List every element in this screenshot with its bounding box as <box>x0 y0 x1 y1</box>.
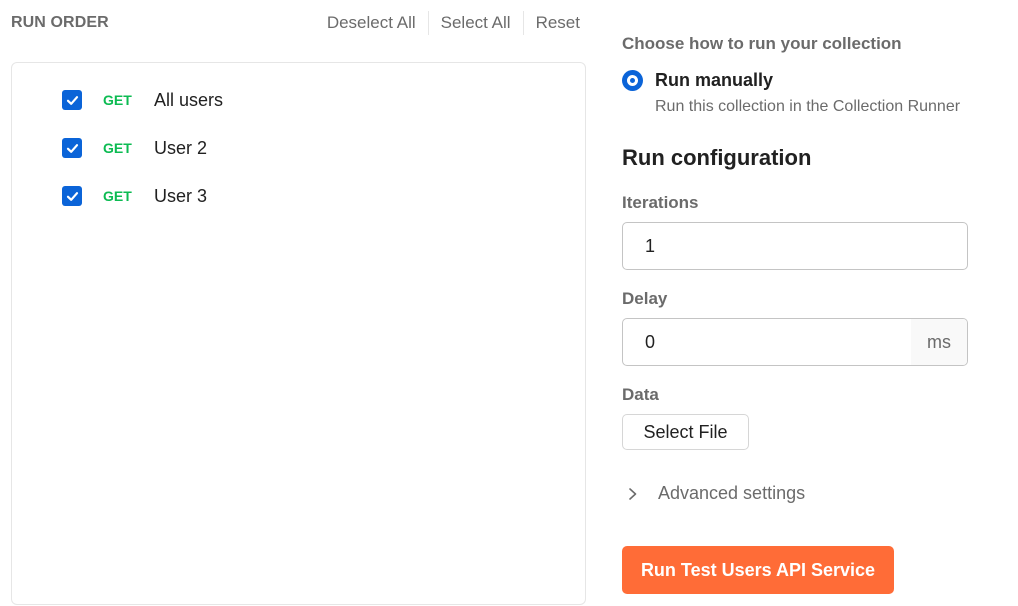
checkmark-icon <box>66 95 78 105</box>
reset-button[interactable]: Reset <box>524 11 580 35</box>
request-item[interactable]: GET User 2 <box>62 137 207 159</box>
request-item[interactable]: GET All users <box>62 89 223 111</box>
select-file-button[interactable]: Select File <box>622 414 749 450</box>
run-collection-button[interactable]: Run Test Users API Service <box>622 546 894 594</box>
checkmark-icon <box>66 143 78 153</box>
run-mode-heading: Choose how to run your collection <box>622 34 902 53</box>
advanced-settings-label: Advanced settings <box>658 483 806 503</box>
request-name: User 2 <box>154 137 208 158</box>
chevron-right-icon <box>629 487 637 500</box>
run-order-list: GET All users GET User 2 GET User 3 <box>11 62 586 605</box>
request-method: GET <box>103 140 132 156</box>
run-order-header: RUN ORDER Deselect All Select All Reset <box>11 10 586 36</box>
request-checkbox[interactable] <box>62 90 82 110</box>
request-item[interactable]: GET User 3 <box>62 185 207 207</box>
delay-field[interactable]: ms <box>622 318 968 366</box>
checkmark-icon <box>66 191 78 201</box>
request-checkbox[interactable] <box>62 138 82 158</box>
run-manually-description: Run this collection in the Collection Ru… <box>655 98 961 115</box>
run-manually-option[interactable]: Run manually <box>622 70 773 91</box>
delay-label: Delay <box>622 289 668 308</box>
iterations-label: Iterations <box>622 193 699 212</box>
radio-selected-icon[interactable] <box>622 70 643 91</box>
data-label: Data <box>622 385 659 404</box>
iterations-field[interactable] <box>622 222 968 270</box>
deselect-all-button[interactable]: Deselect All <box>315 11 428 35</box>
select-all-button[interactable]: Select All <box>429 11 523 35</box>
collection-runner: RUN ORDER Deselect All Select All Reset … <box>0 0 1018 606</box>
delay-unit: ms <box>911 319 967 365</box>
iterations-input[interactable] <box>623 223 967 269</box>
request-checkbox[interactable] <box>62 186 82 206</box>
run-manually-label: Run manually <box>655 70 774 90</box>
delay-input[interactable] <box>623 319 911 365</box>
run-configuration-title: Run configuration <box>622 145 812 170</box>
request-name: All users <box>154 89 224 110</box>
run-order-actions: Deselect All Select All Reset <box>315 11 580 35</box>
request-method: GET <box>103 92 132 108</box>
request-name: User 3 <box>154 185 208 206</box>
run-order-title: RUN ORDER <box>11 14 109 31</box>
request-method: GET <box>103 188 132 204</box>
advanced-settings-toggle[interactable]: Advanced settings <box>627 483 805 504</box>
